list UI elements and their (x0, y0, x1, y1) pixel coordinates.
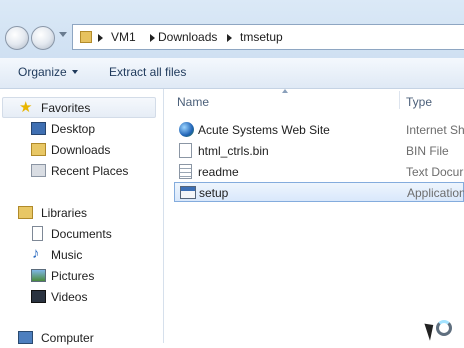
address-bar[interactable]: VM1 Downloads tmsetup (72, 24, 464, 50)
breadcrumb-separator[interactable] (227, 34, 232, 42)
nav-item-recent-places[interactable]: Recent Places (0, 161, 160, 181)
globe-icon (179, 122, 194, 137)
nav-label: Music (51, 248, 83, 262)
application-icon (180, 186, 196, 199)
file-row-html-ctrls-bin[interactable]: html_ctrls.bin BIN File (174, 141, 464, 161)
nav-label: Documents (51, 227, 112, 241)
file-row-setup[interactable]: setup Application (174, 182, 464, 202)
computer-icon (18, 331, 33, 344)
nav-item-videos[interactable]: Videos (0, 287, 160, 307)
breadcrumb-downloads[interactable]: Downloads (158, 30, 217, 44)
videos-icon (31, 290, 46, 303)
desktop-icon (31, 122, 46, 135)
pictures-icon (31, 269, 46, 282)
nav-label: Pictures (51, 269, 95, 283)
music-icon: ♪ (32, 245, 40, 262)
column-divider[interactable] (399, 91, 400, 109)
nav-libraries[interactable]: Libraries (0, 203, 160, 223)
busy-spinner-icon (436, 320, 452, 336)
nav-item-documents[interactable]: Documents (0, 224, 160, 244)
nav-item-downloads[interactable]: Downloads (0, 140, 160, 160)
nav-item-pictures[interactable]: Pictures (0, 266, 160, 286)
file-row-acute-systems-web-site[interactable]: Acute Systems Web Site Internet Sh (174, 120, 464, 140)
recent-places-icon (31, 164, 46, 177)
nav-item-desktop[interactable]: Desktop (0, 119, 160, 139)
nav-label: Videos (51, 290, 88, 304)
file-icon (179, 143, 192, 158)
file-type: BIN File (406, 144, 449, 158)
file-name: readme (198, 165, 239, 179)
folder-icon (80, 31, 92, 43)
file-name: setup (199, 186, 229, 200)
column-header-name[interactable]: Name (177, 95, 209, 109)
sort-indicator-icon (282, 89, 288, 93)
libraries-icon (18, 206, 33, 219)
libraries-label: Libraries (41, 206, 88, 220)
file-type: Application (407, 186, 464, 200)
downloads-folder-icon (31, 143, 46, 156)
file-type: Internet Sh (406, 123, 464, 137)
column-header-type[interactable]: Type (406, 95, 432, 109)
documents-icon (32, 226, 43, 241)
breadcrumb-separator[interactable] (98, 34, 103, 42)
chevron-down-icon (72, 70, 78, 74)
favorites-label: Favorites (41, 101, 91, 115)
organize-button[interactable]: Organize (18, 65, 67, 79)
nav-label: Downloads (51, 143, 111, 157)
breadcrumb-tmsetup[interactable]: tmsetup (240, 30, 283, 44)
nav-label: Desktop (51, 122, 96, 136)
star-icon: ★ (19, 99, 33, 116)
forward-button[interactable] (31, 26, 55, 50)
command-bar (0, 58, 464, 89)
file-type: Text Docur (406, 165, 464, 179)
file-name: Acute Systems Web Site (198, 123, 330, 137)
recent-pages-dropdown[interactable] (59, 32, 67, 37)
file-name: html_ctrls.bin (198, 144, 269, 158)
file-row-readme[interactable]: readme Text Docur (174, 162, 464, 182)
nav-label: Recent Places (51, 164, 129, 178)
breadcrumb-vm1[interactable]: VM1 (111, 30, 136, 44)
nav-favorites[interactable]: ★ Favorites (2, 97, 156, 118)
back-button[interactable] (5, 26, 29, 50)
breadcrumb-separator[interactable] (150, 34, 155, 42)
text-file-icon (179, 164, 192, 179)
nav-computer[interactable]: Computer (0, 328, 160, 348)
nav-item-music[interactable]: ♪ Music (0, 245, 160, 265)
extract-all-files-button[interactable]: Extract all files (109, 65, 186, 79)
